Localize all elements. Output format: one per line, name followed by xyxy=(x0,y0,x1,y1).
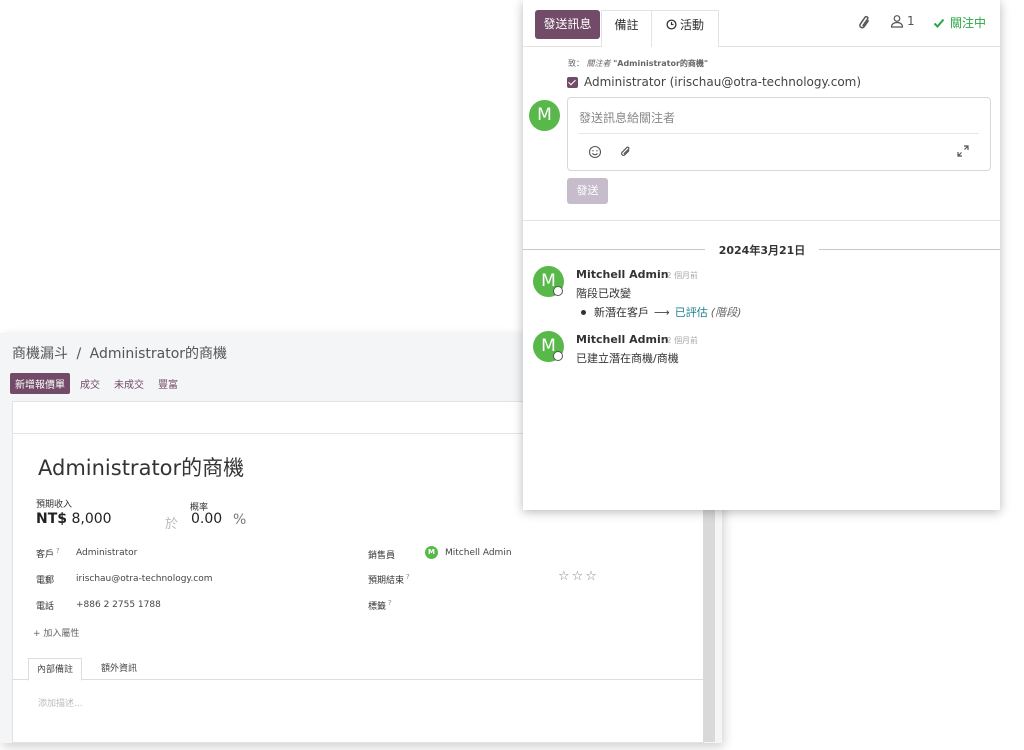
phone-label: 電話 xyxy=(36,602,55,612)
lost-button[interactable]: 未成交 xyxy=(114,376,144,391)
to-prefix: 致： xyxy=(568,59,584,68)
expected-revenue-field[interactable]: NT$ 8,000 xyxy=(36,511,112,527)
tags-label-text: 標籤 xyxy=(368,602,387,612)
breadcrumb: 商機漏斗 / Administrator的商機 xyxy=(12,343,227,363)
clock-icon xyxy=(666,19,677,30)
description-field[interactable]: 添加描述... xyxy=(38,696,83,709)
tab-extra-info[interactable]: 額外資訊 xyxy=(93,658,145,681)
chatter-panel: 發送訊息 備註 活動 1 關注中 致： 關注者 "Administrator的商… xyxy=(523,0,1000,510)
send-message-button[interactable]: 發送訊息 xyxy=(535,10,600,39)
message-time: - 2 個月前 xyxy=(661,336,699,345)
composer-input[interactable]: 發送訊息給關注者 xyxy=(579,109,675,126)
message-body: 已建立潛在商機/商機 xyxy=(576,352,679,365)
help-icon[interactable]: ? xyxy=(388,599,392,607)
tracking-value: 新潛在客戶 ⟶ 已評估 (階段) xyxy=(581,304,741,320)
email-label: 電郵 xyxy=(36,576,55,586)
action-bar: 新增報價單 成交 未成交 豐富 xyxy=(10,373,192,394)
expected-revenue-value: 8,000 xyxy=(71,511,112,527)
following-button[interactable]: 關注中 xyxy=(933,14,986,31)
message-author[interactable]: Mitchell Admin xyxy=(576,333,669,346)
customer-label: 客戶? xyxy=(36,547,60,560)
arrow-right-icon: ⟶ xyxy=(654,305,670,319)
add-property-button[interactable]: + 加入屬性 xyxy=(33,626,79,639)
tab-internal-notes[interactable]: 內部備註 xyxy=(28,658,83,681)
date-separator-label: 2024年3月21日 xyxy=(718,244,806,257)
composer-avatar: M xyxy=(529,100,560,131)
opportunity-name-field[interactable]: Administrator的商機 xyxy=(38,452,244,482)
probability-field[interactable]: 0.00 xyxy=(191,511,222,527)
log-note-button[interactable]: 備註 xyxy=(601,10,652,47)
message-author[interactable]: Mitchell Admin xyxy=(576,268,669,281)
status-badge xyxy=(553,351,563,361)
status-badge xyxy=(553,286,563,296)
followers-button[interactable]: 1 xyxy=(890,14,915,28)
won-button[interactable]: 成交 xyxy=(80,376,100,391)
chatter-topbar: 發送訊息 備註 活動 1 關注中 xyxy=(523,0,1000,47)
expand-icon[interactable] xyxy=(956,144,970,158)
recipient-checkbox-row[interactable]: Administrator (irischau@otra-technology.… xyxy=(567,75,861,89)
salesperson-field[interactable]: Mitchell Admin xyxy=(445,548,512,558)
currency-symbol: NT$ xyxy=(36,511,68,527)
notebook-tabs: 內部備註 額外資訊 xyxy=(13,658,703,681)
at-text: 於 xyxy=(165,517,179,532)
breadcrumb-current: Administrator的商機 xyxy=(89,346,228,362)
tracking-old-value: 新潛在客戶 xyxy=(594,306,649,319)
tracking-field-name: (階段) xyxy=(710,306,742,319)
follower-count: 1 xyxy=(907,14,915,28)
date-separator: 2024年3月21日 xyxy=(523,241,1000,257)
percent-sign: % xyxy=(233,512,247,528)
new-quotation-button[interactable]: 新增報價單 xyxy=(10,373,70,394)
message-composer[interactable]: 發送訊息給關注者 xyxy=(567,97,991,171)
enrich-button[interactable]: 豐富 xyxy=(158,376,178,391)
priority-stars[interactable]: ☆☆☆ xyxy=(558,569,599,584)
recipients-line: 致： 關注者 "Administrator的商機" xyxy=(568,58,708,69)
check-icon xyxy=(933,18,945,28)
tags-label: 標籤? xyxy=(368,599,392,612)
send-button[interactable]: 發送 xyxy=(567,178,608,204)
recipient-checkbox[interactable] xyxy=(567,76,578,88)
to-record: "Administrator的商機" xyxy=(613,59,709,68)
date-separator-line xyxy=(523,249,705,250)
breadcrumb-parent-link[interactable]: 商機漏斗 xyxy=(12,346,68,362)
expected-revenue-label: 預期收入 xyxy=(36,500,73,510)
breadcrumb-separator: / xyxy=(76,346,82,362)
customer-label-text: 客戶 xyxy=(36,550,55,560)
help-icon[interactable]: ? xyxy=(56,547,60,555)
customer-field[interactable]: Administrator xyxy=(76,548,137,558)
following-label: 關注中 xyxy=(950,16,987,30)
phone-field[interactable]: +886 2 2755 1788 xyxy=(76,600,161,610)
message-body: 階段已改變 xyxy=(576,287,631,300)
bullet xyxy=(581,309,586,315)
to-followers: 關注者 xyxy=(586,59,611,68)
expected-closing-label-text: 預期結束 xyxy=(368,576,405,586)
user-icon xyxy=(890,15,904,28)
salesperson-avatar: M xyxy=(425,546,438,559)
help-icon[interactable]: ? xyxy=(406,573,410,581)
emoji-icon[interactable] xyxy=(588,145,602,159)
date-separator-line xyxy=(819,249,1000,250)
message-time: - 2 個月前 xyxy=(661,271,699,280)
expected-closing-label: 預期結束? xyxy=(368,573,410,586)
composer-divider xyxy=(579,133,979,134)
paperclip-icon[interactable] xyxy=(856,14,874,32)
recipient-label: Administrator (irischau@otra-technology.… xyxy=(584,75,862,89)
paperclip-icon[interactable] xyxy=(619,145,633,159)
activities-label: 活動 xyxy=(679,18,704,32)
composer-divider-line xyxy=(523,220,1000,221)
activities-button[interactable]: 活動 xyxy=(652,10,719,47)
salesperson-label: 銷售員 xyxy=(368,551,396,561)
tracking-new-value: 已評估 xyxy=(674,306,708,319)
email-field[interactable]: irischau@otra-technology.com xyxy=(76,574,213,584)
